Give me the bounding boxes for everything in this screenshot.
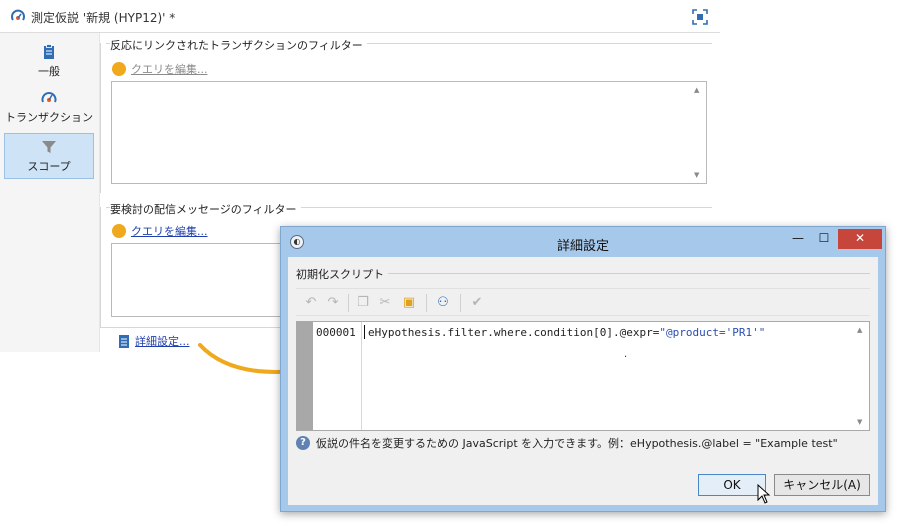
query-icon [112,62,126,76]
toolbar-separator [426,294,427,312]
editor-gutter [297,322,313,430]
section-title-transactions: 反応にリンクされたトランザクションのフィルター [110,37,367,53]
cancel-button[interactable]: キャンセル(A) [774,474,870,496]
divider [100,207,101,327]
init-script-label: 初期化スクリプト [296,266,388,282]
advanced-settings-dialog: ◐ 詳細設定 — ☐ ✕ 初期化スクリプト ↶ ↷ ❐ ✂ ▣ ⚇ ✔ 0000… [280,226,886,512]
help-icon: ? [296,436,310,450]
maximize-button[interactable]: ☐ [812,229,836,249]
sidebar: 一般 トランザクション スコープ [0,33,100,352]
main-window-title: 測定仮説 '新規 (HYP12)' * [31,11,176,25]
help-text: 仮説の件名を変更するための JavaScript を入力できます。例：eHypo… [316,437,838,450]
undo-icon[interactable]: ↶ [302,295,320,311]
code-line: eHypothesis.filter.where.condition[0].@e… [368,326,765,339]
scroll-down-icon[interactable]: ▼ [694,171,699,179]
toolbar-separator [460,294,461,312]
edit-query-label: クエリを編集... [131,63,208,76]
dialog-body: 初期化スクリプト ↶ ↷ ❐ ✂ ▣ ⚇ ✔ 000001 eHypothesi… [288,257,878,505]
edit-query-link-2[interactable]: クエリを編集... [112,223,208,239]
check-icon[interactable]: ✔ [468,295,486,311]
section-title-deliveries: 要検討の配信メッセージのフィルター [110,201,301,217]
document-icon [119,334,129,348]
sidebar-item-transactions[interactable]: トランザクション [4,85,94,131]
sidebar-item-general[interactable]: 一般 [4,39,94,85]
scroll-up-icon[interactable]: ▲ [694,86,699,94]
scroll-down-icon[interactable]: ▼ [857,418,862,426]
scrollbar[interactable]: ▲ ▼ [854,323,868,429]
scroll-up-icon[interactable]: ▲ [857,326,862,334]
redo-icon[interactable]: ↷ [324,295,342,311]
sidebar-item-label: 一般 [38,65,60,78]
edit-query-label: クエリを編集... [131,225,208,238]
clipboard-icon [44,44,54,59]
gauge-icon [41,92,57,103]
close-button[interactable]: ✕ [838,229,882,249]
code-expression: eHypothesis.filter.where.condition[0].@e… [368,326,660,339]
text-caret [364,325,365,339]
line-number: 000001 [313,322,362,430]
scrollbar[interactable]: ▲ ▼ [691,83,705,182]
maximize-view-icon[interactable] [692,9,708,25]
advanced-settings-link[interactable]: 詳細設定... [117,333,190,349]
code-string: "@product='PR1'" [659,326,766,339]
ok-button[interactable]: OK [698,474,766,496]
sidebar-item-scope[interactable]: スコープ [4,133,94,179]
sidebar-item-label: スコープ [27,160,71,173]
edit-query-link-1[interactable]: クエリを編集... [112,61,208,77]
divider [380,273,870,274]
text-cursor-mark: · [624,352,628,363]
cut-icon[interactable]: ✂ [376,295,394,311]
copy-icon[interactable]: ❐ [354,295,372,311]
script-toolbar: ↶ ↷ ❐ ✂ ▣ ⚇ ✔ [296,288,870,316]
toolbar-separator [348,294,349,312]
dialog-titlebar: ◐ 詳細設定 — ☐ ✕ [281,227,885,257]
paste-icon[interactable]: ▣ [400,295,418,311]
main-titlebar: 測定仮説 '新規 (HYP12)' * [0,0,720,33]
filter-icon [42,141,56,153]
script-editor[interactable]: 000001 eHypothesis.filter.where.conditio… [296,321,870,431]
query-icon [112,224,126,238]
mouse-pointer-icon [757,484,771,504]
advanced-settings-label: 詳細設定... [135,335,190,348]
sidebar-item-label: トランザクション [5,111,93,124]
hypothesis-icon [11,9,25,21]
filter-textarea-1[interactable]: ▲ ▼ [111,81,707,184]
minimize-button[interactable]: — [786,229,810,249]
help-line: ? 仮説の件名を変更するための JavaScript を入力できます。例：eHy… [296,435,838,451]
divider [100,327,290,328]
find-icon[interactable]: ⚇ [434,295,452,311]
divider [100,43,101,193]
